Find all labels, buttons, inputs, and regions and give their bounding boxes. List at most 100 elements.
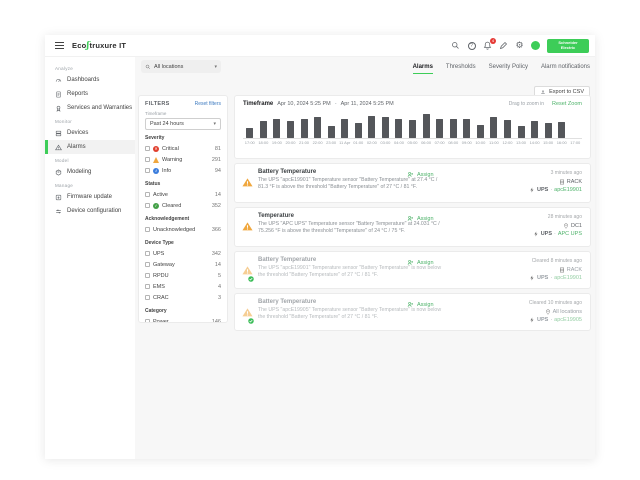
device-link[interactable]: APC UPS bbox=[558, 231, 582, 237]
alarm-card[interactable]: Battery Temperature The UPS "apcE19901" … bbox=[234, 251, 591, 289]
chart-bar[interactable] bbox=[545, 123, 552, 138]
chart-bar[interactable] bbox=[301, 119, 308, 138]
alarm-location[interactable]: All locations bbox=[529, 309, 582, 315]
sidebar-item-modeling[interactable]: Modeling bbox=[45, 165, 135, 179]
checkbox[interactable] bbox=[145, 319, 150, 323]
x-tick-label: 06:00 bbox=[419, 140, 433, 145]
location-selector[interactable]: All locations ▾ bbox=[141, 60, 221, 73]
alarm-card[interactable]: Battery Temperature The UPS "apcE19901" … bbox=[234, 163, 591, 203]
chart-bar[interactable] bbox=[423, 114, 430, 138]
sidebar-item-reports[interactable]: Reports bbox=[45, 87, 135, 101]
device-separator: · bbox=[554, 231, 556, 237]
checkbox[interactable] bbox=[145, 262, 150, 267]
notifications-bell-icon[interactable]: 4 bbox=[483, 41, 492, 50]
checkbox[interactable] bbox=[145, 146, 150, 151]
feedback-icon[interactable] bbox=[499, 41, 508, 50]
filter-ems[interactable]: EMS4 bbox=[145, 281, 221, 292]
chart-bar-slot bbox=[352, 111, 366, 138]
x-tick-label: 15:00 bbox=[541, 140, 555, 145]
chart-bar[interactable] bbox=[382, 117, 389, 138]
chart-bar-slot bbox=[324, 111, 338, 138]
firmware-download-icon bbox=[55, 194, 62, 201]
chart-bar[interactable] bbox=[531, 121, 538, 138]
timeframe-select[interactable]: Past 24 hours ▾ bbox=[145, 118, 221, 130]
tab-thresholds[interactable]: Thresholds bbox=[446, 64, 476, 74]
chart-bar[interactable] bbox=[518, 126, 525, 138]
chart-bar[interactable] bbox=[328, 126, 335, 138]
sidebar-item-dashboards[interactable]: Dashboards bbox=[45, 73, 135, 87]
filter-crac[interactable]: CRAC3 bbox=[145, 292, 221, 303]
checkbox[interactable] bbox=[145, 284, 150, 289]
chart-bars[interactable] bbox=[243, 111, 582, 139]
timeframe-label: Timeframe bbox=[145, 111, 221, 116]
settings-gear-icon[interactable]: ⚙ bbox=[515, 41, 524, 50]
cube-icon bbox=[55, 169, 62, 176]
sidebar-item-firmware-update[interactable]: Firmware update bbox=[45, 190, 135, 204]
filter-rpdu[interactable]: RPDU5 bbox=[145, 270, 221, 281]
device-link[interactable]: apcE19901 bbox=[554, 187, 582, 193]
assign-button[interactable]: Assign bbox=[407, 171, 434, 178]
sidebar-item-alarms[interactable]: Alarms bbox=[45, 140, 135, 154]
chart-bar-slot bbox=[257, 111, 271, 138]
x-tick-label: 04:00 bbox=[392, 140, 406, 145]
tab-severity-policy[interactable]: Severity Policy bbox=[489, 64, 528, 74]
tab-alarm-notifications[interactable]: Alarm notifications bbox=[541, 64, 590, 74]
filter-count: 291 bbox=[212, 157, 221, 163]
checkbox[interactable] bbox=[145, 203, 150, 208]
chart-bar[interactable] bbox=[477, 125, 484, 139]
filter-gateway[interactable]: Gateway14 bbox=[145, 259, 221, 270]
assign-button[interactable]: Assign bbox=[407, 301, 434, 308]
checkbox[interactable] bbox=[145, 192, 150, 197]
sidebar-item-device-configuration[interactable]: Device configuration bbox=[45, 204, 135, 218]
alarm-location[interactable]: DC1 bbox=[533, 223, 582, 229]
checkbox[interactable] bbox=[145, 251, 150, 256]
chart-bar[interactable] bbox=[450, 119, 457, 138]
chart-bar[interactable] bbox=[409, 120, 416, 138]
sidebar-item-devices[interactable]: Devices bbox=[45, 126, 135, 140]
hamburger-menu-icon[interactable] bbox=[55, 42, 64, 49]
filter-critical[interactable]: ✕Critical81 bbox=[145, 143, 221, 154]
sidebar-item-services-warranties[interactable]: Services and Warranties bbox=[45, 101, 135, 115]
schneider-electric-logo[interactable]: SchneiderElectric bbox=[547, 39, 589, 53]
chart-bar[interactable] bbox=[355, 123, 362, 138]
chart-bar[interactable] bbox=[368, 116, 375, 139]
chart-bar[interactable] bbox=[260, 121, 267, 138]
alarm-location[interactable]: RACK bbox=[529, 267, 582, 273]
filter-active[interactable]: Active14 bbox=[145, 189, 221, 200]
tab-alarms[interactable]: Alarms bbox=[413, 64, 433, 74]
chart-bar[interactable] bbox=[314, 117, 321, 138]
filter-info[interactable]: iInfo94 bbox=[145, 165, 221, 176]
chart-bar[interactable] bbox=[504, 120, 511, 138]
alarm-card[interactable]: Battery Temperature The UPS "apcE19905" … bbox=[234, 293, 591, 331]
device-link[interactable]: apcE19905 bbox=[554, 317, 582, 323]
checkbox[interactable] bbox=[145, 227, 150, 232]
chart-bar[interactable] bbox=[436, 119, 443, 138]
search-icon[interactable] bbox=[451, 41, 460, 50]
chart-bar[interactable] bbox=[490, 117, 497, 138]
device-link[interactable]: apcE19901 bbox=[554, 275, 582, 281]
filter-power[interactable]: Power146 bbox=[145, 316, 221, 323]
user-avatar[interactable] bbox=[531, 41, 540, 50]
assign-button[interactable]: Assign bbox=[407, 215, 434, 222]
filter-ups[interactable]: UPS342 bbox=[145, 248, 221, 259]
filter-cleared[interactable]: ✓Cleared352 bbox=[145, 200, 221, 211]
alarm-card[interactable]: Temperature The UPS "APC UPS" Temperatur… bbox=[234, 207, 591, 247]
reset-filters-link[interactable]: Reset filters bbox=[195, 101, 221, 107]
chart-bar[interactable] bbox=[463, 119, 470, 138]
chart-bar[interactable] bbox=[395, 119, 402, 138]
chart-bar[interactable] bbox=[246, 128, 253, 138]
checkbox[interactable] bbox=[145, 273, 150, 278]
assign-button[interactable]: Assign bbox=[407, 259, 434, 266]
checkbox[interactable] bbox=[145, 295, 150, 300]
chart-bar[interactable] bbox=[273, 119, 280, 138]
chart-bar[interactable] bbox=[341, 119, 348, 138]
chart-bar[interactable] bbox=[558, 122, 565, 138]
filter-warning[interactable]: Warning291 bbox=[145, 154, 221, 165]
filter-unacknowledged[interactable]: Unacknowledged366 bbox=[145, 224, 221, 235]
checkbox[interactable] bbox=[145, 157, 150, 162]
reset-zoom-link[interactable]: Reset Zoom bbox=[552, 101, 582, 107]
help-icon[interactable]: ? bbox=[467, 41, 476, 50]
alarm-location[interactable]: RACK bbox=[529, 179, 582, 185]
chart-bar[interactable] bbox=[287, 121, 294, 138]
checkbox[interactable] bbox=[145, 168, 150, 173]
